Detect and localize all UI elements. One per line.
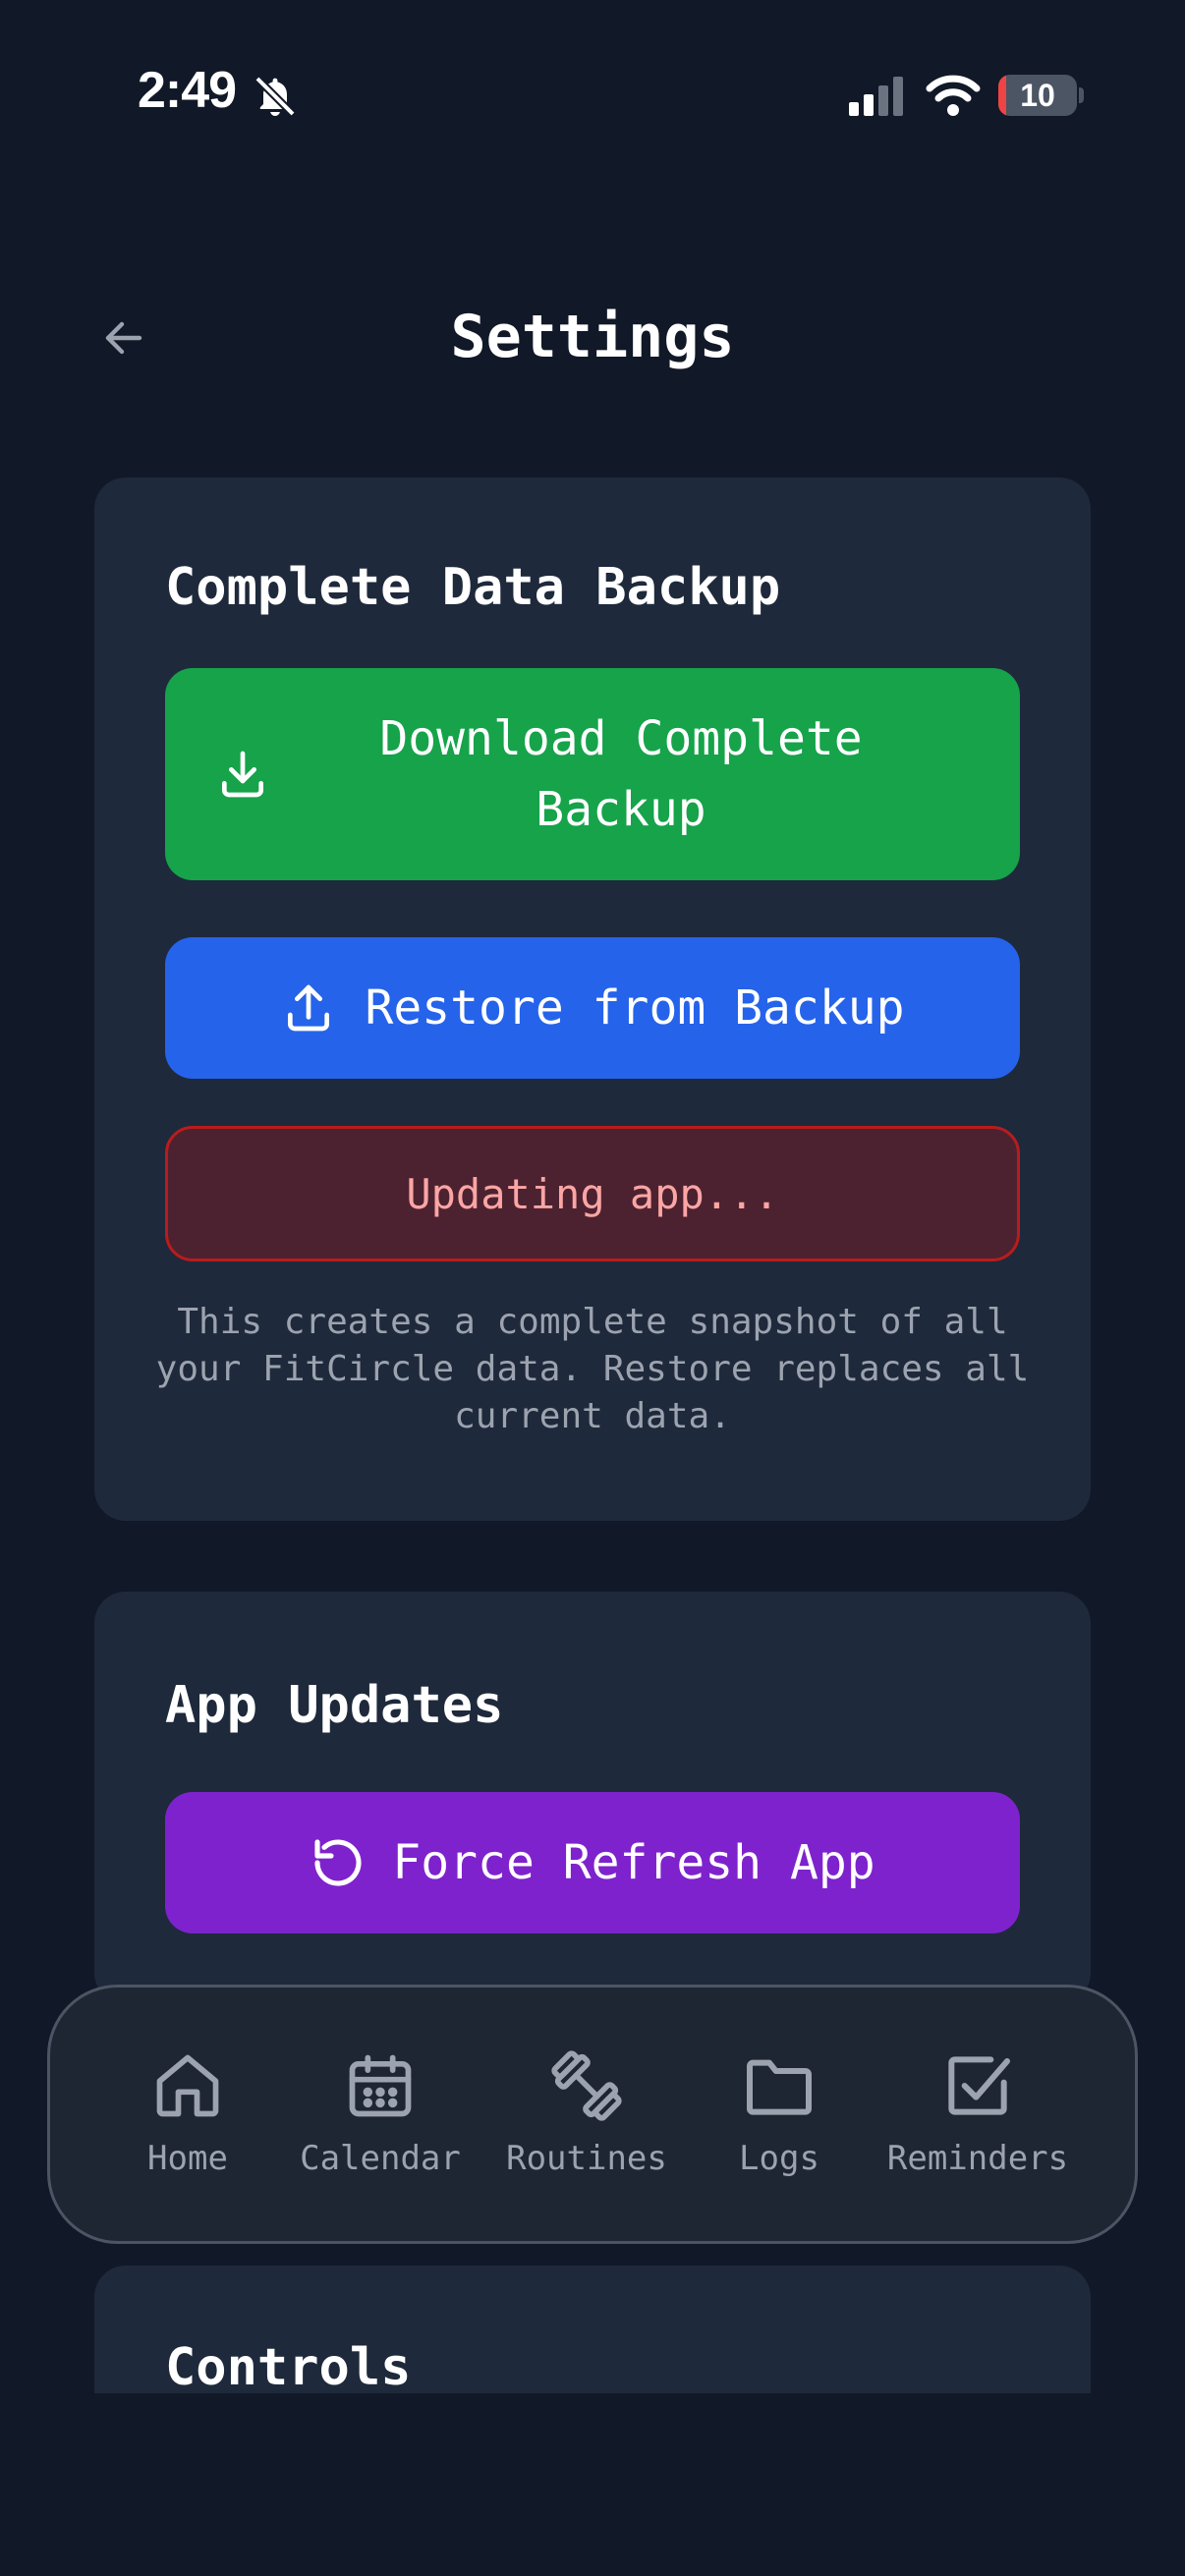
nav-item-logs[interactable]: Logs [681, 2046, 877, 2178]
battery-icon: 10 [998, 75, 1077, 116]
nav-item-calendar[interactable]: Calendar [282, 2046, 479, 2178]
force-refresh-label: Force Refresh App [392, 1835, 875, 1890]
checkbox-icon [938, 2046, 1017, 2125]
status-bar: 2:49 10 [0, 0, 1185, 196]
bottom-nav: Home Calendar Routines Logs Reminders [47, 1985, 1138, 2244]
nav-label-home: Home [147, 2139, 228, 2178]
force-refresh-button[interactable]: Force Refresh App [165, 1792, 1020, 1933]
backup-card: Complete Data Backup Download Complete B… [94, 477, 1091, 1521]
nav-item-home[interactable]: Home [89, 2046, 286, 2178]
download-label-line1: Download Complete [379, 711, 863, 766]
nav-label-routines: Routines [506, 2139, 667, 2178]
nav-label-reminders: Reminders [886, 2139, 1069, 2178]
app-updates-card: App Updates Force Refresh App [94, 1592, 1091, 2004]
upload-icon [280, 980, 337, 1036]
controls-card: Controls [94, 2266, 1091, 2393]
wifi-icon [926, 73, 981, 118]
backup-card-title: Complete Data Backup [165, 558, 781, 617]
app-updates-title: App Updates [165, 1676, 504, 1735]
battery-level: 10 [1020, 78, 1055, 113]
controls-title: Controls [165, 2338, 412, 2393]
calendar-icon [341, 2046, 420, 2125]
restore-backup-button[interactable]: Restore from Backup [165, 937, 1020, 1079]
download-label-line2: Backup [536, 782, 706, 837]
battery-nub [1079, 87, 1084, 103]
backup-note: This creates a complete snapshot of all … [155, 1302, 1030, 1436]
dumbbell-icon [547, 2046, 626, 2125]
status-time: 2:49 [138, 62, 237, 119]
nav-item-routines[interactable]: Routines [488, 2046, 685, 2178]
update-status-banner: Updating app... [165, 1126, 1020, 1261]
bell-slash-icon [252, 73, 299, 120]
nav-item-reminders[interactable]: Reminders [879, 2046, 1076, 2178]
refresh-icon [310, 1834, 367, 1891]
page-title: Settings [450, 303, 735, 371]
restore-backup-label: Restore from Backup [365, 980, 905, 1036]
download-icon [214, 746, 271, 803]
home-icon [148, 2046, 227, 2125]
nav-label-calendar: Calendar [300, 2139, 461, 2178]
signal-icon [849, 77, 906, 116]
download-backup-label: Download Complete Backup [271, 703, 1020, 845]
download-backup-button[interactable]: Download Complete Backup [165, 668, 1020, 880]
nav-label-logs: Logs [739, 2139, 819, 2178]
folder-icon [740, 2046, 818, 2125]
